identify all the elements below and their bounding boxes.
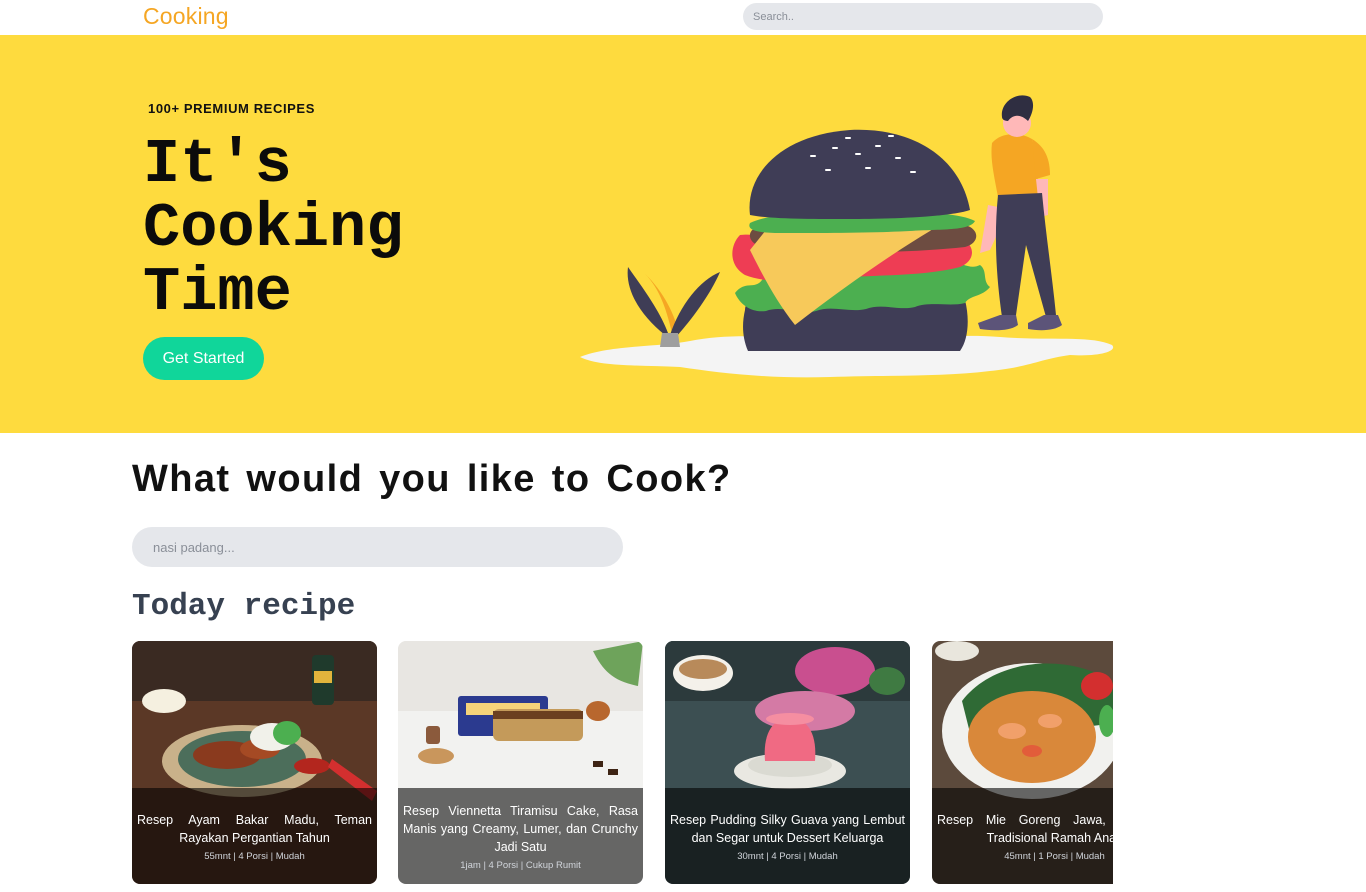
hero-eyebrow: 100+ PREMIUM RECIPES (148, 101, 315, 116)
recipe-card-list: Resep Ayam Bakar Madu, Teman Rayakan Per… (132, 641, 1113, 892)
hero-title-line: Cooking (143, 193, 404, 264)
hero-banner: 100+ PREMIUM RECIPES It's Cooking Time G… (0, 35, 1366, 433)
recipe-card-overlay: Resep Viennetta Tiramisu Cake, Rasa Mani… (398, 788, 643, 884)
nav-search-input[interactable] (743, 3, 1103, 30)
recipe-card-overlay: Resep Mie Goreng Jawa, Hidangan Tradisio… (932, 788, 1113, 884)
recipe-card[interactable]: Resep Pudding Silky Guava yang Lembut da… (665, 641, 910, 884)
burger-illustration (580, 95, 1114, 378)
recipe-title: Resep Mie Goreng Jawa, Hidangan Tradisio… (937, 812, 1113, 845)
recipe-card[interactable]: Resep Ayam Bakar Madu, Teman Rayakan Per… (132, 641, 377, 884)
recipe-meta: 30mnt | 4 Porsi | Mudah (737, 850, 838, 862)
today-recipe-heading: Today recipe (132, 589, 356, 624)
hero-title: It's Cooking Time (143, 133, 563, 325)
recipe-search-input[interactable] (132, 527, 623, 567)
recipe-card-overlay: Resep Pudding Silky Guava yang Lembut da… (665, 788, 910, 884)
recipe-meta: 45mnt | 1 Porsi | Mudah (1004, 850, 1105, 862)
recipe-card[interactable]: Resep Mie Goreng Jawa, Hidangan Tradisio… (932, 641, 1113, 884)
recipe-card-overlay: Resep Ayam Bakar Madu, Teman Rayakan Per… (132, 788, 377, 884)
recipe-title: Resep Ayam Bakar Madu, Teman Rayakan Per… (137, 812, 372, 845)
recipe-card[interactable]: Resep Viennetta Tiramisu Cake, Rasa Mani… (398, 641, 643, 884)
get-started-button[interactable]: Get Started (143, 337, 264, 380)
recipe-meta: 55mnt | 4 Porsi | Mudah (204, 850, 305, 862)
cook-question-heading: What would you like to Cook? (132, 458, 732, 500)
brand-logo[interactable]: Cooking (143, 3, 229, 30)
top-navbar: Cooking (0, 0, 1366, 35)
hero-title-line: Time (143, 257, 292, 328)
recipe-title: Resep Viennetta Tiramisu Cake, Rasa Mani… (403, 803, 638, 854)
recipe-meta: 1jam | 4 Porsi | Cukup Rumit (460, 859, 581, 871)
recipe-title: Resep Pudding Silky Guava yang Lembut da… (670, 812, 905, 845)
hero-title-line: It's (143, 129, 292, 200)
